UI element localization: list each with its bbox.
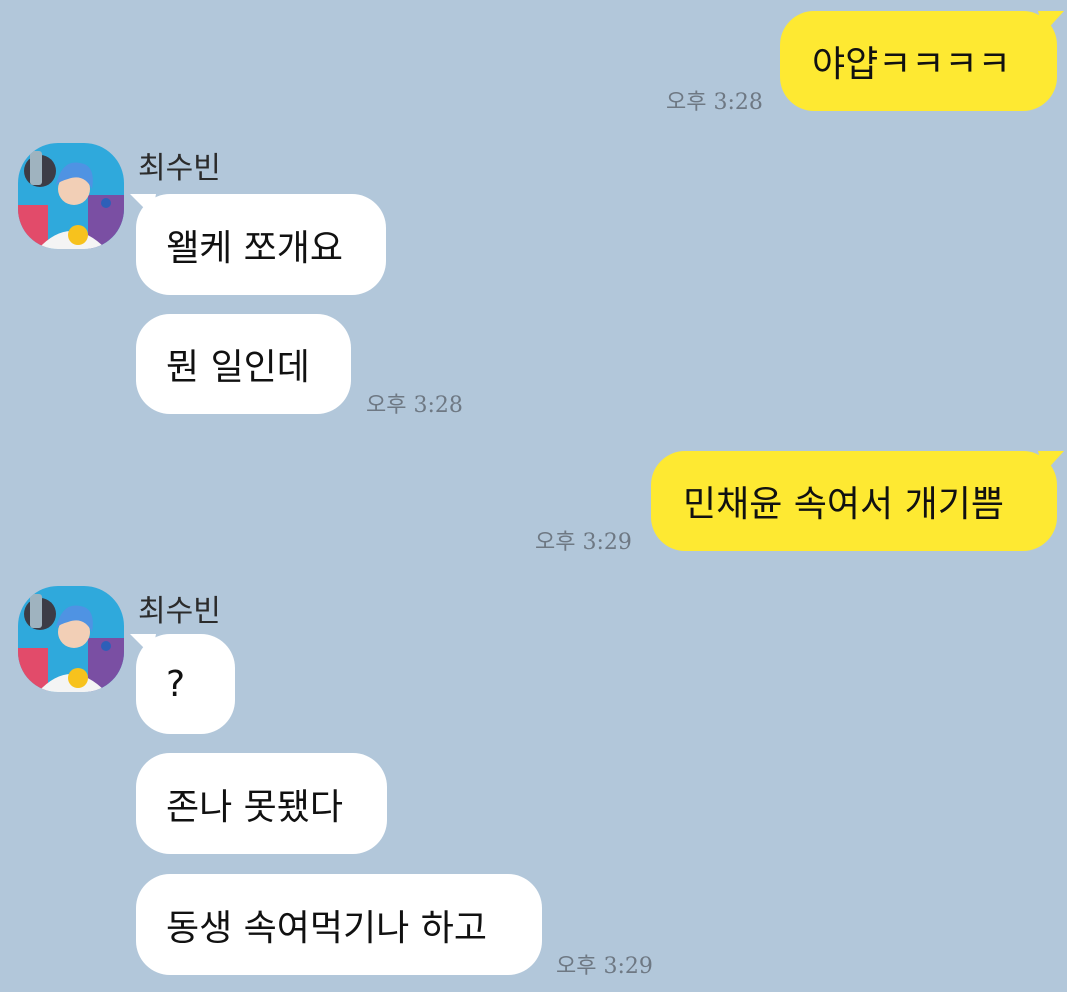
message-text: 왤케 쪼개요	[166, 227, 344, 269]
message-text: 존나 못됐다	[166, 786, 344, 828]
message-text: 야얍ㅋㅋㅋㅋ	[812, 44, 1011, 85]
contact-avatar[interactable]	[18, 586, 124, 692]
message-text: 민채윤 속여서 개기쁨	[683, 484, 1004, 525]
contact-avatar[interactable]	[18, 143, 124, 249]
message-timestamp: 오후 3:28	[666, 90, 763, 115]
bubble-tail	[1038, 451, 1064, 473]
bubble-tail	[130, 194, 156, 216]
message-text: ?	[166, 663, 186, 705]
message-bubble-outgoing[interactable]: 야얍ㅋㅋㅋㅋ	[780, 11, 1057, 111]
message-timestamp: 오후 3:28	[366, 393, 463, 418]
bubble-tail	[130, 634, 156, 656]
message-timestamp: 오후 3:29	[535, 530, 632, 555]
message-bubble-incoming[interactable]: 뭔 일인데	[136, 314, 351, 414]
bubble-tail	[1038, 11, 1064, 33]
sender-name: 최수빈	[138, 594, 221, 629]
message-bubble-outgoing[interactable]: 민채윤 속여서 개기쁨	[651, 451, 1057, 551]
message-timestamp: 오후 3:29	[556, 954, 653, 979]
message-text: 뭔 일인데	[166, 347, 310, 388]
message-bubble-incoming[interactable]: 왤케 쪼개요	[136, 194, 386, 295]
message-bubble-incoming[interactable]: 동생 속여먹기나 하고	[136, 874, 542, 975]
sender-name: 최수빈	[138, 151, 221, 186]
message-text: 동생 속여먹기나 하고	[166, 907, 487, 949]
message-bubble-incoming[interactable]: 존나 못됐다	[136, 753, 387, 854]
